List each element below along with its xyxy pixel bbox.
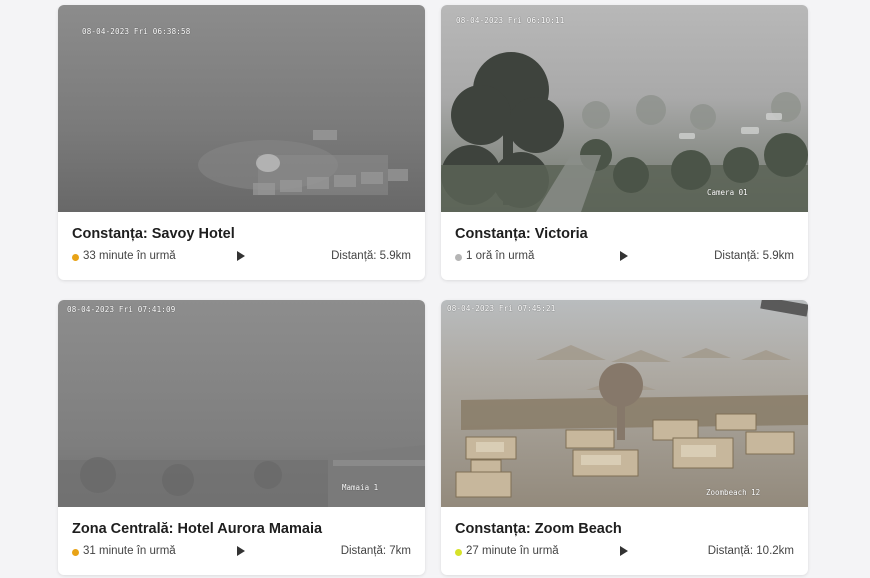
webcam-card-zoom-beach[interactable]: 08-04-2023 Fri 07:45:21 Zoombeach 12 Con… xyxy=(441,300,808,575)
update-age: 1 oră în urmă xyxy=(466,250,535,262)
camera-timestamp: 08-04-2023 Fri 06:10:11 xyxy=(456,16,565,25)
webcam-thumbnail[interactable]: 08-04-2023 Fri 07:45:21 Zoombeach 12 xyxy=(441,300,808,507)
play-icon[interactable] xyxy=(237,251,245,261)
update-age: 31 minute în urmă xyxy=(83,545,176,557)
webcam-meta: 27 minute în urmă Distanță: 10.2km xyxy=(455,544,794,560)
webcam-title[interactable]: Constanța: Savoy Hotel xyxy=(72,226,235,242)
webcam-meta: 1 oră în urmă Distanță: 5.9km xyxy=(455,249,794,265)
distance-text: Distanță: 7km xyxy=(340,545,411,557)
play-icon[interactable] xyxy=(620,251,628,261)
camera-label: Camera 01 xyxy=(707,188,748,197)
play-icon[interactable] xyxy=(620,546,628,556)
webcam-grid: 08-04-2023 Fri 06:38:58 Constanța: Savoy… xyxy=(0,0,870,578)
webcam-info: Constanța: Zoom Beach 27 minute în urmă … xyxy=(441,507,808,575)
distance-text: Distanță: 5.9km xyxy=(714,250,794,262)
webcam-title[interactable]: Zona Centrală: Hotel Aurora Mamaia xyxy=(72,521,322,537)
status-dot xyxy=(455,549,462,556)
webcam-title[interactable]: Constanța: Zoom Beach xyxy=(455,521,622,537)
play-icon[interactable] xyxy=(237,546,245,556)
webcam-card-victoria[interactable]: 08-04-2023 Fri 06:10:11 Camera 01 Consta… xyxy=(441,5,808,280)
update-age: 27 minute în urmă xyxy=(466,545,559,557)
camera-label: Mamaia 1 xyxy=(342,483,379,492)
webcam-info: Constanța: Savoy Hotel 33 minute în urmă… xyxy=(58,212,425,280)
distance-text: Distanță: 10.2km xyxy=(707,545,794,557)
webcam-title[interactable]: Constanța: Victoria xyxy=(455,226,588,242)
webcam-thumbnail[interactable]: 08-04-2023 Fri 07:41:09 Mamaia 1 xyxy=(58,300,425,507)
distance-text: Distanță: 5.9km xyxy=(331,250,411,262)
camera-label: Zoombeach 12 xyxy=(706,488,761,497)
camera-timestamp: 08-04-2023 Fri 07:41:09 xyxy=(67,305,176,314)
camera-timestamp: 08-04-2023 Fri 06:38:58 xyxy=(82,27,191,36)
camera-timestamp: 08-04-2023 Fri 07:45:21 xyxy=(447,304,556,313)
webcam-meta: 31 minute în urmă Distanță: 7km xyxy=(72,544,411,560)
webcam-thumbnail[interactable]: 08-04-2023 Fri 06:38:58 xyxy=(58,5,425,212)
status-dot xyxy=(72,254,79,261)
webcam-thumbnail[interactable]: 08-04-2023 Fri 06:10:11 Camera 01 xyxy=(441,5,808,212)
webcam-card-hotel-aurora-mamaia[interactable]: 08-04-2023 Fri 07:41:09 Mamaia 1 Zona Ce… xyxy=(58,300,425,575)
webcam-meta: 33 minute în urmă Distanță: 5.9km xyxy=(72,249,411,265)
status-dot xyxy=(72,549,79,556)
status-dot xyxy=(455,254,462,261)
update-age: 33 minute în urmă xyxy=(83,250,176,262)
webcam-info: Constanța: Victoria 1 oră în urmă Distan… xyxy=(441,212,808,280)
webcam-info: Zona Centrală: Hotel Aurora Mamaia 31 mi… xyxy=(58,507,425,575)
webcam-card-savoy-hotel[interactable]: 08-04-2023 Fri 06:38:58 Constanța: Savoy… xyxy=(58,5,425,280)
